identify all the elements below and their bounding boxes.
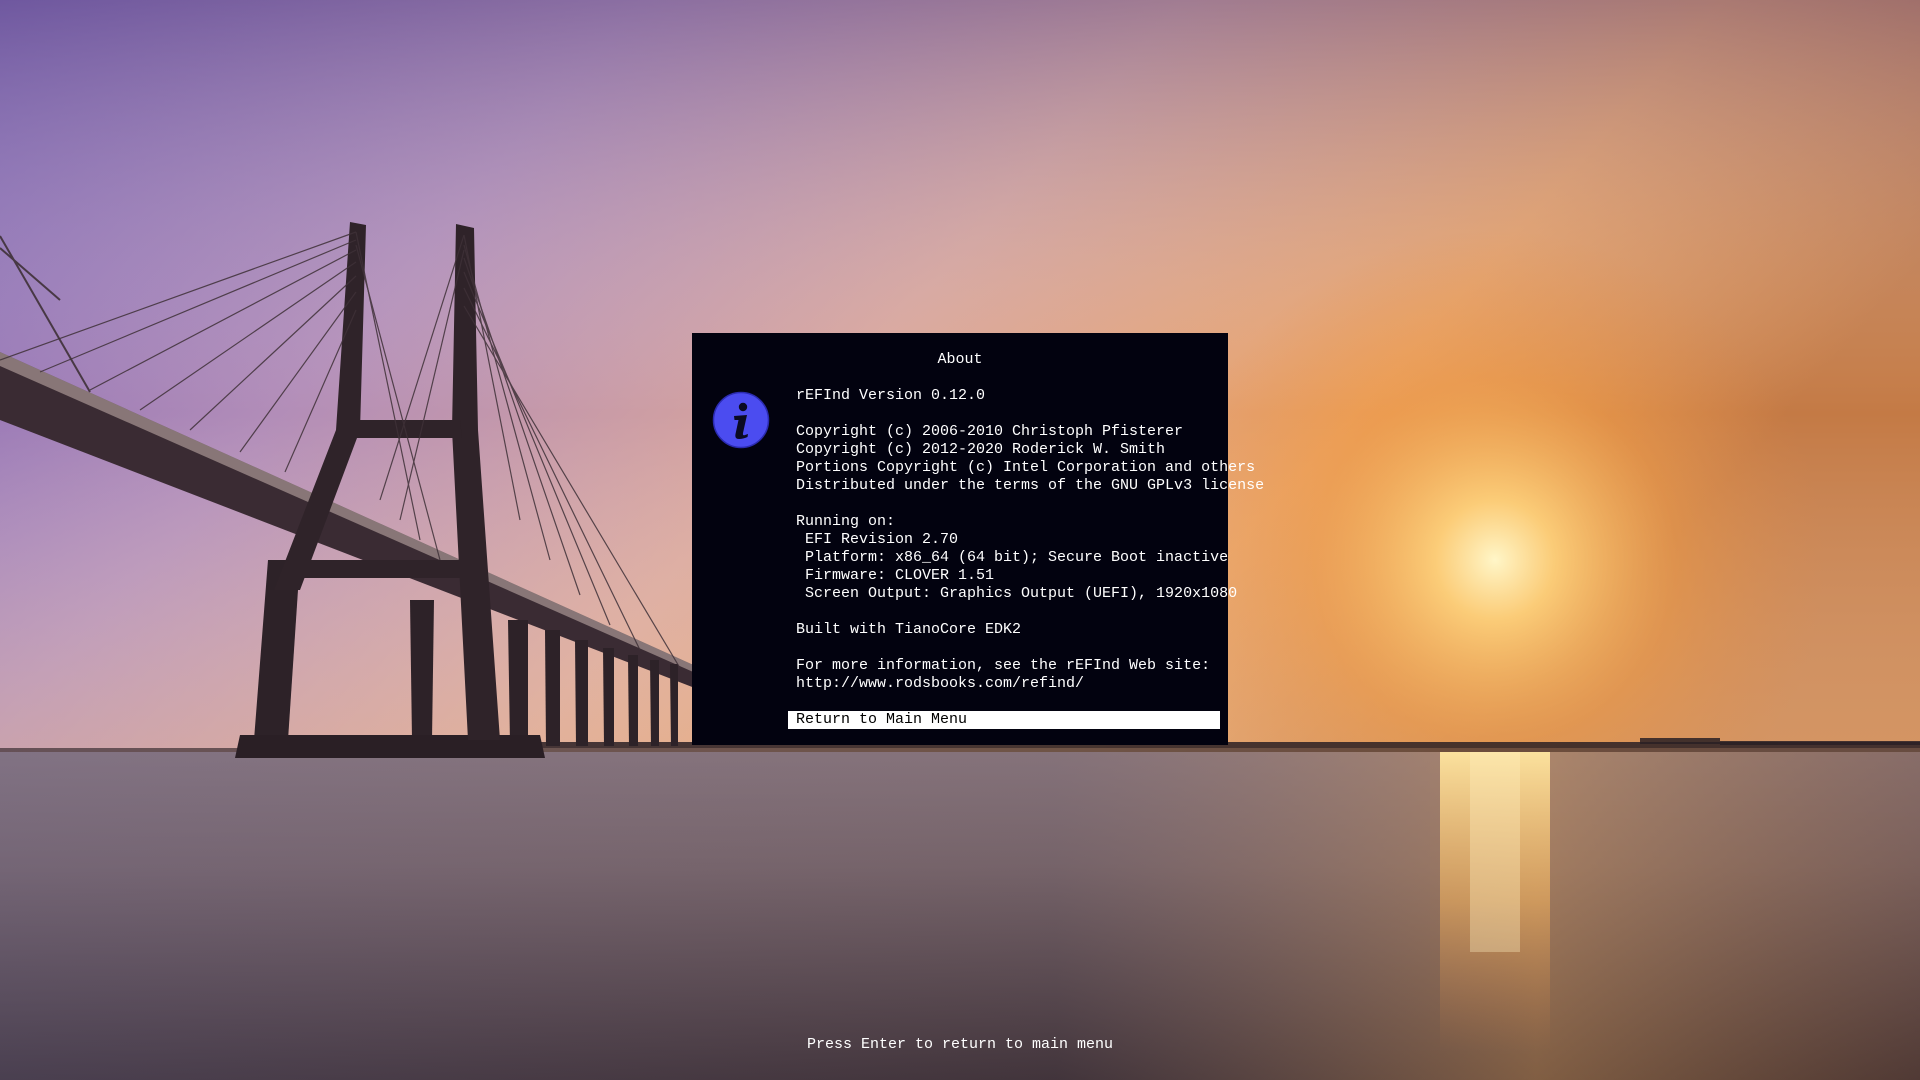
info-line: Screen Output: Graphics Output (UEFI), 1… xyxy=(796,585,1238,602)
info-line: rEFInd Version 0.12.0 xyxy=(796,387,986,404)
dialog-title: About xyxy=(937,351,983,368)
info-line xyxy=(796,639,1264,657)
info-line: http://www.rodsbooks.com/refind/ xyxy=(796,675,1085,692)
info-line: For more information, see the rEFInd Web… xyxy=(796,657,1211,674)
info-line xyxy=(796,603,1264,621)
info-line xyxy=(796,405,1264,423)
return-to-main-menu-item[interactable]: Return to Main Menu xyxy=(788,711,1220,729)
info-line: Running on: xyxy=(796,513,896,530)
info-line: Distributed under the terms of the GNU G… xyxy=(796,477,1265,494)
footer-hint: Press Enter to return to main menu xyxy=(806,1036,1114,1053)
info-line xyxy=(796,495,1264,513)
info-line: Firmware: CLOVER 1.51 xyxy=(796,567,995,584)
info-line: Copyright (c) 2012-2020 Roderick W. Smit… xyxy=(796,441,1166,458)
info-icon xyxy=(712,391,770,449)
info-line: Copyright (c) 2006-2010 Christoph Pfiste… xyxy=(796,423,1184,440)
info-line: EFI Revision 2.70 xyxy=(796,531,959,548)
info-line: Platform: x86_64 (64 bit); Secure Boot i… xyxy=(796,549,1229,566)
info-line: Portions Copyright (c) Intel Corporation… xyxy=(796,459,1256,476)
about-info-text: rEFInd Version 0.12.0 Copyright (c) 2006… xyxy=(796,387,1264,693)
info-line: Built with TianoCore EDK2 xyxy=(796,621,1022,638)
about-dialog: About rEFInd Version 0.12.0 Copyright (c… xyxy=(692,333,1264,745)
